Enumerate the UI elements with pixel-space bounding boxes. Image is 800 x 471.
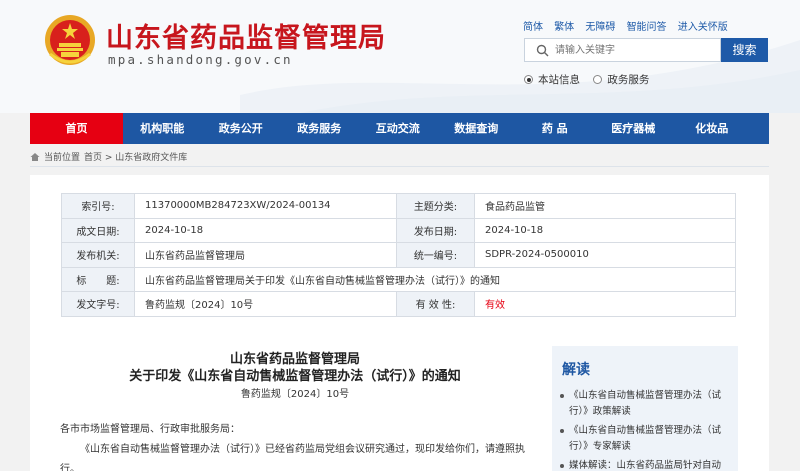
nav-public-affairs[interactable]: 政务公开 xyxy=(202,113,281,144)
index-no-value: 11370000MB284723XW/2024-00134 xyxy=(134,193,397,219)
breadcrumb-path[interactable]: 首页 > 山东省政府文件库 xyxy=(84,150,187,163)
scope-gov-service[interactable]: 政务服务 xyxy=(593,72,649,87)
issuer-label: 发布机关: xyxy=(61,242,135,268)
home-icon xyxy=(30,152,40,161)
main-nav: 首页 机构职能 政务公开 政务服务 互动交流 数据查询 药 品 医疗器械 化妆品 xyxy=(30,113,769,144)
site-header: 山东省药品监督管理局 mpa.shandong.gov.cn 简体 繁体 无障碍… xyxy=(0,0,800,113)
sidebar-list: 《山东省自动售械监督管理办法（试行）》政策解读 《山东省自动售械监督管理办法（试… xyxy=(560,388,732,471)
subject-value: 食品药品监管 xyxy=(474,193,736,219)
link-simplified[interactable]: 简体 xyxy=(523,22,543,33)
table-row: 标 题: 山东省药品监督管理局关于印发《山东省自动售械监督管理办法（试行）》的通… xyxy=(61,266,736,292)
divider xyxy=(30,166,769,167)
breadcrumb: 当前位置 首页 > 山东省政府文件库 xyxy=(30,150,187,163)
breadcrumb-prefix: 当前位置 xyxy=(44,153,81,163)
search-box xyxy=(524,38,721,62)
search-scope: 本站信息 政务服务 xyxy=(524,72,659,87)
sidebar-item-media-interpretation[interactable]: 媒体解读：山东省药品监局针对自动 xyxy=(560,458,732,471)
nav-drugs[interactable]: 药 品 xyxy=(516,113,595,144)
issuer-value: 山东省药品监督管理局 xyxy=(134,242,397,268)
radio-icon[interactable] xyxy=(593,75,603,84)
published-date-label: 发布日期: xyxy=(396,217,475,243)
nav-cosmetics[interactable]: 化妆品 xyxy=(673,113,752,144)
sidebar-item-expert-interpretation[interactable]: 《山东省自动售械监督管理办法（试行）》专家解读 xyxy=(560,423,732,454)
validity-label: 有 效 性: xyxy=(396,291,475,317)
created-date-label: 成文日期: xyxy=(61,217,135,243)
sidebar-title: 解读 xyxy=(562,362,590,378)
table-row: 发文字号: 鲁药监规〔2024〕10号 有 效 性: 有效 xyxy=(61,291,736,317)
scope-label: 本站信息 xyxy=(538,74,580,86)
link-smart-qa[interactable]: 智能问答 xyxy=(627,22,667,33)
link-accessibility[interactable]: 无障碍 xyxy=(585,22,615,33)
nav-home[interactable]: 首页 xyxy=(30,113,123,144)
national-emblem-icon xyxy=(45,15,95,65)
doc-no-value: 鲁药监规〔2024〕10号 xyxy=(134,291,397,317)
validity-value: 有效 xyxy=(474,291,736,317)
scope-site-info[interactable]: 本站信息 xyxy=(524,72,580,87)
link-traditional[interactable]: 繁体 xyxy=(554,22,574,33)
created-date-value: 2024-10-18 xyxy=(134,217,397,243)
scope-label: 政务服务 xyxy=(607,74,650,86)
index-no-label: 索引号: xyxy=(61,193,135,219)
title-value: 山东省药品监督管理局关于印发《山东省自动售械监督管理办法（试行）》的通知 xyxy=(134,266,736,292)
site-title[interactable]: 山东省药品监督管理局 xyxy=(106,16,386,55)
table-row: 成文日期: 2024-10-18 发布日期: 2024-10-18 xyxy=(61,217,736,243)
nav-gov-service[interactable]: 政务服务 xyxy=(280,113,359,144)
subject-label: 主题分类: xyxy=(396,193,475,219)
document-title: 关于印发《山东省自动售械监督管理办法（试行）》的通知 xyxy=(129,369,461,384)
table-row: 发布机关: 山东省药品监督管理局 统一编号: SDPR-2024-0500010 xyxy=(61,242,736,268)
unified-no-value: SDPR-2024-0500010 xyxy=(474,242,736,268)
document-info-table: 索引号: 11370000MB284723XW/2024-00134 主题分类:… xyxy=(61,193,736,317)
doc-no-label: 发文字号: xyxy=(61,291,135,317)
search-button[interactable]: 搜索 xyxy=(721,38,768,62)
nav-functions[interactable]: 机构职能 xyxy=(123,113,202,144)
search-icon xyxy=(536,44,549,57)
document-number: 鲁药监规〔2024〕10号 xyxy=(240,389,350,400)
link-care-mode[interactable]: 进入关怀版 xyxy=(678,22,728,33)
document-body: 各市市场监督管理局、行政审批服务局： 《山东省自动售械监督管理办法（试行）》已经… xyxy=(60,420,530,471)
nav-interaction[interactable]: 互动交流 xyxy=(359,113,438,144)
table-row: 索引号: 11370000MB284723XW/2024-00134 主题分类:… xyxy=(61,193,736,219)
title-label: 标 题: xyxy=(61,266,135,292)
search-input[interactable] xyxy=(555,42,715,59)
paragraph: 《山东省自动售械监督管理办法（试行）》已经省药监局党组会议研究通过，现印发给你们… xyxy=(60,444,525,471)
nav-data-query[interactable]: 数据查询 xyxy=(437,113,516,144)
sidebar-item-policy-interpretation[interactable]: 《山东省自动售械监督管理办法（试行）》政策解读 xyxy=(560,388,732,419)
nav-medical-devices[interactable]: 医疗器械 xyxy=(594,113,673,144)
site-domain: mpa.shandong.gov.cn xyxy=(108,52,293,67)
unified-no-label: 统一编号: xyxy=(396,242,475,268)
published-date-value: 2024-10-18 xyxy=(474,217,736,243)
salutation: 各市市场监督管理局、行政审批服务局： xyxy=(60,424,240,435)
radio-selected-icon[interactable] xyxy=(524,75,533,84)
top-links: 简体 繁体 无障碍 智能问答 进入关怀版 xyxy=(523,18,736,33)
interpretation-sidebar: 解读 《山东省自动售械监督管理办法（试行）》政策解读 《山东省自动售械监督管理办… xyxy=(552,346,738,471)
